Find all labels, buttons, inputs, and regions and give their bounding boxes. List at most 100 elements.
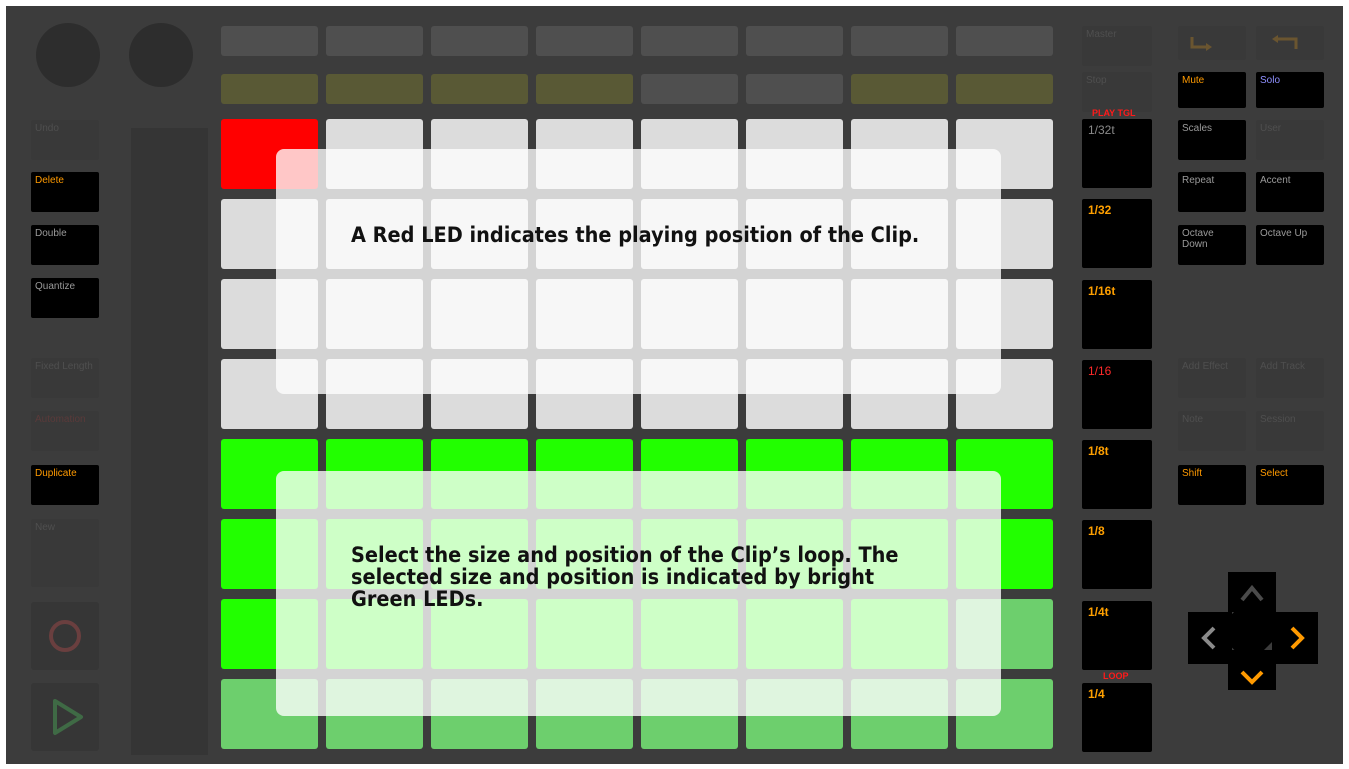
dpad <box>1188 572 1318 690</box>
new-label: New <box>35 522 56 533</box>
duplicate-label: Duplicate <box>35 468 77 479</box>
rate-button-1-32[interactable]: 1/32 <box>1082 199 1152 268</box>
track-state-button-2[interactable] <box>326 74 423 104</box>
user-button[interactable]: User <box>1256 120 1324 160</box>
track-state-button-4[interactable] <box>536 74 633 104</box>
track-state-button-5[interactable] <box>641 74 738 104</box>
solo-button[interactable]: Solo <box>1256 72 1324 108</box>
session-button[interactable]: Session <box>1256 411 1324 451</box>
shift-label: Shift <box>1182 468 1203 479</box>
accent-button[interactable]: Accent <box>1256 172 1324 212</box>
dpad-arrows <box>1201 584 1305 685</box>
duplicate-button[interactable]: Duplicate <box>31 465 99 505</box>
solo-label: Solo <box>1260 75 1281 86</box>
delete-label: Delete <box>35 175 64 186</box>
undo-label: Undo <box>35 123 59 134</box>
track-state-button-7[interactable] <box>851 74 948 104</box>
undo-button[interactable]: Undo <box>31 120 99 160</box>
down-arrow-icon <box>1240 670 1264 685</box>
user-label: User <box>1260 123 1282 134</box>
automation-button[interactable]: Automation <box>31 411 99 451</box>
quantize-button[interactable]: Quantize <box>31 278 99 318</box>
repeat-button[interactable]: Repeat <box>1178 172 1246 212</box>
add-effect-label: Add Effect <box>1182 361 1228 372</box>
playing-position-callout-text: A Red LED indicates the playing position… <box>351 223 920 247</box>
play-button[interactable] <box>31 683 99 751</box>
undo-arrow-button[interactable] <box>1178 26 1246 60</box>
rate-button-1-16[interactable]: 1/16 <box>1082 360 1152 429</box>
loop-selection-callout: Select the size and position of the Clip… <box>276 471 1001 716</box>
undo-arrow-icon <box>1190 37 1212 51</box>
stop-label: Stop <box>1086 75 1107 86</box>
note-button[interactable]: Note <box>1178 411 1246 451</box>
track-state-button-6[interactable] <box>746 74 843 104</box>
left-arrow-icon <box>1201 626 1216 650</box>
master-button[interactable]: Master <box>1082 26 1152 66</box>
rate-label: 1/32 <box>1088 203 1112 217</box>
scales-button[interactable]: Scales <box>1178 120 1246 160</box>
rate-button-1-8[interactable]: 1/8 <box>1082 520 1152 589</box>
shift-button[interactable]: Shift <box>1178 465 1246 505</box>
swing-knob[interactable] <box>129 23 193 87</box>
track-select-button-5[interactable] <box>641 26 738 56</box>
repeat-label: Repeat <box>1182 175 1215 186</box>
quantize-label: Quantize <box>35 281 76 292</box>
loop-selection-callout-text: Select the size and position of the Clip… <box>351 543 899 611</box>
session-label: Session <box>1260 414 1296 425</box>
mute-button[interactable]: Mute <box>1178 72 1246 108</box>
track-select-button-8[interactable] <box>956 26 1053 56</box>
up-arrow-icon <box>1240 584 1264 602</box>
fixed-length-button[interactable]: Fixed Length <box>31 358 99 398</box>
double-label: Double <box>35 228 67 239</box>
rate-button-1-16t[interactable]: 1/16t <box>1082 280 1152 349</box>
touch-strip[interactable] <box>131 128 208 755</box>
track-state-button-8[interactable] <box>956 74 1053 104</box>
track-select-button-2[interactable] <box>326 26 423 56</box>
return-arrow-button[interactable] <box>1256 26 1324 60</box>
play-icon <box>53 699 83 735</box>
fixed-length-label: Fixed Length <box>35 361 93 372</box>
track-select-button-1[interactable] <box>221 26 318 56</box>
rate-button-1-4[interactable]: 1/4 <box>1082 683 1152 752</box>
select-label: Select <box>1260 468 1288 479</box>
new-button[interactable]: New <box>31 519 99 587</box>
track-select-button-4[interactable] <box>536 26 633 56</box>
note-label: Note <box>1182 414 1204 425</box>
play-toggle-label: PLAY TGL <box>1092 108 1136 118</box>
octave-down-button[interactable]: Octave Down <box>1178 225 1246 265</box>
loop-label: LOOP <box>1103 671 1129 681</box>
add-track-button[interactable]: Add Track <box>1256 358 1324 398</box>
rate-label: 1/16t <box>1088 284 1116 298</box>
rate-button-1-32t[interactable]: 1/32t <box>1082 119 1152 188</box>
rate-label: 1/4 <box>1088 687 1105 701</box>
record-button[interactable] <box>31 602 99 670</box>
right-arrow-icon <box>1290 626 1305 650</box>
return-arrow-icon <box>1272 35 1298 49</box>
add-track-label: Add Track <box>1260 361 1306 372</box>
stop-button[interactable]: Stop <box>1082 72 1152 112</box>
master-label: Master <box>1086 29 1117 40</box>
rate-label: 1/8 <box>1088 524 1105 538</box>
octave-down-label: Octave Down <box>1182 228 1214 250</box>
add-effect-button[interactable]: Add Effect <box>1178 358 1246 398</box>
record-icon <box>49 620 81 652</box>
push-controller: Undo Delete Double Quantize Fixed Length… <box>6 6 1343 764</box>
double-button[interactable]: Double <box>31 225 99 265</box>
rate-button-1-8t[interactable]: 1/8t <box>1082 440 1152 509</box>
track-select-button-6[interactable] <box>746 26 843 56</box>
track-state-button-1[interactable] <box>221 74 318 104</box>
tempo-knob[interactable] <box>36 23 100 87</box>
rate-label: 1/4t <box>1088 605 1109 619</box>
track-select-button-7[interactable] <box>851 26 948 56</box>
mute-label: Mute <box>1182 75 1205 86</box>
select-button[interactable]: Select <box>1256 465 1324 505</box>
rate-label: 1/32t <box>1088 123 1115 137</box>
track-state-button-3[interactable] <box>431 74 528 104</box>
rate-label: 1/16 <box>1088 364 1112 378</box>
octave-up-button[interactable]: Octave Up <box>1256 225 1324 265</box>
rate-label: 1/8t <box>1088 444 1109 458</box>
track-select-button-3[interactable] <box>431 26 528 56</box>
scales-label: Scales <box>1182 123 1213 134</box>
delete-button[interactable]: Delete <box>31 172 99 212</box>
rate-button-1-4t[interactable]: 1/4t <box>1082 601 1152 670</box>
